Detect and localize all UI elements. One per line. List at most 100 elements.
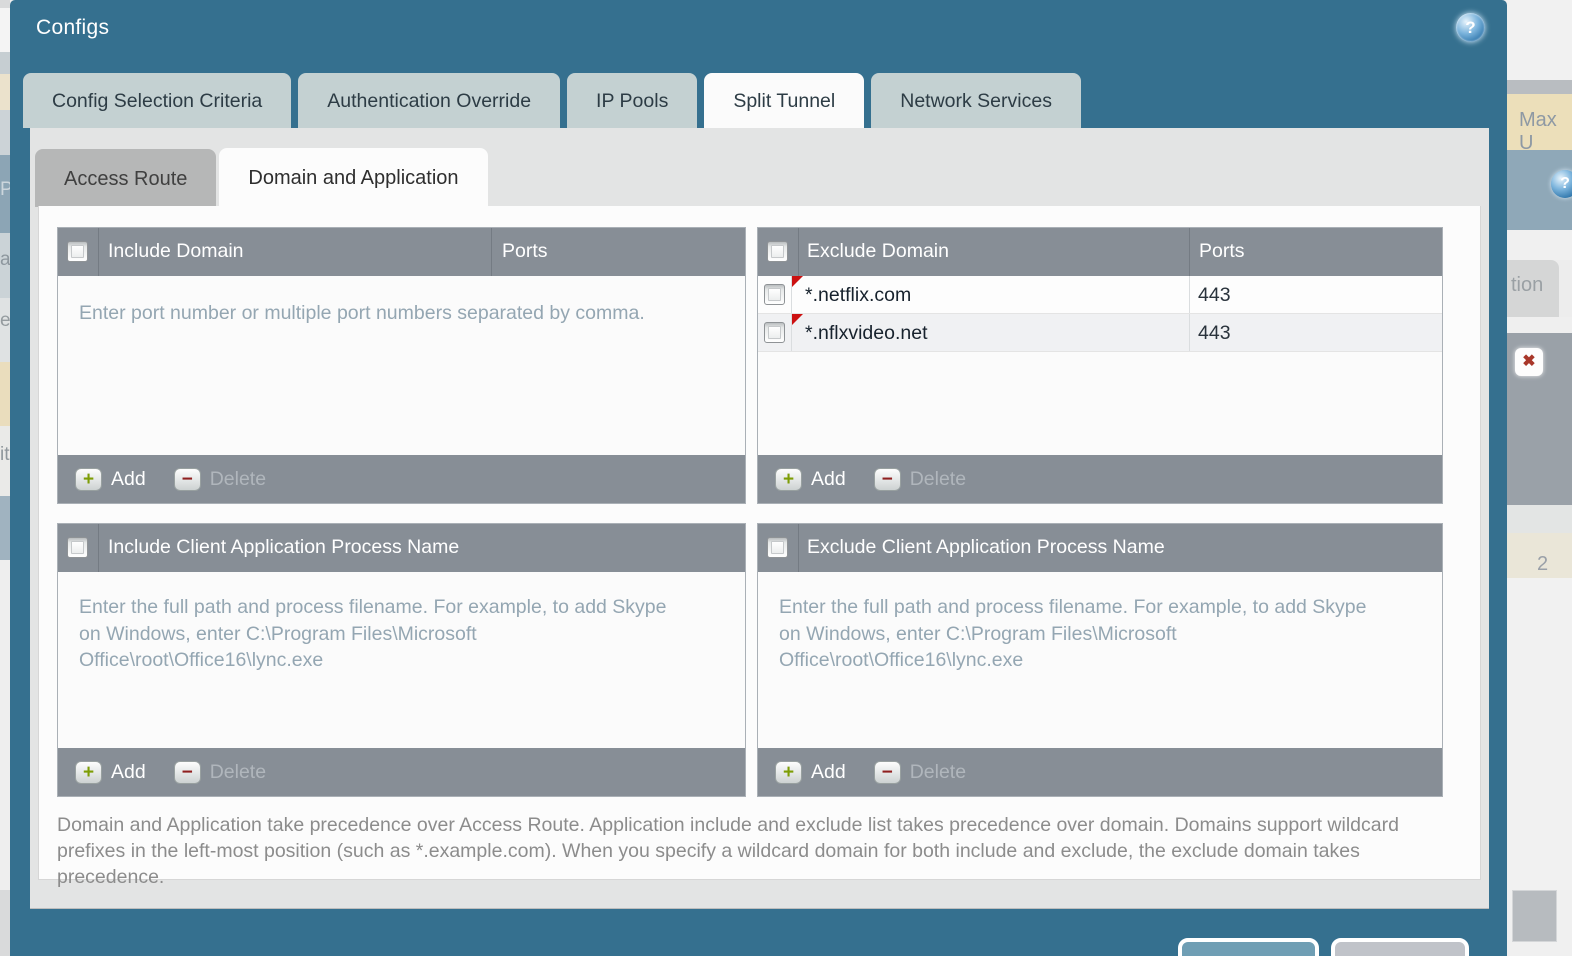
background-text-fragment: P: [0, 179, 10, 200]
include-domain-title: Include Domain: [108, 240, 244, 263]
exclude-app-panel: Exclude Client Application Process Name …: [757, 523, 1443, 797]
background-fragment: it: [0, 426, 10, 496]
minus-icon: −: [174, 468, 201, 491]
modified-marker-icon: [792, 314, 803, 325]
include-domain-select-all-checkbox[interactable]: [67, 241, 88, 262]
background-fragment: ?: [1507, 150, 1572, 230]
exclude-domain-delete-button[interactable]: − Delete: [874, 468, 966, 491]
background-fragment: [0, 74, 10, 110]
background-fragment: [0, 110, 10, 155]
row-checkbox[interactable]: [764, 284, 785, 305]
background-text-fragment: 2: [1537, 553, 1548, 575]
include-domain-footer: + Add − Delete: [58, 455, 745, 503]
background-fragment: P: [0, 155, 10, 233]
plus-icon: +: [75, 468, 102, 491]
tab-network-services[interactable]: Network Services: [871, 73, 1081, 128]
include-domain-header: Include Domain Ports: [58, 228, 745, 276]
tab-config-selection-criteria[interactable]: Config Selection Criteria: [23, 73, 291, 128]
include-app-header: Include Client Application Process Name: [58, 524, 745, 572]
subtab-bar: Access Route Domain and Application: [35, 148, 488, 207]
domain-cell: *.nflxvideo.net: [805, 314, 928, 352]
include-domain-add-button[interactable]: + Add: [75, 468, 146, 491]
plus-icon: +: [775, 468, 802, 491]
exclude-app-body[interactable]: Enter the full path and process filename…: [758, 572, 1442, 748]
tab-ip-pools[interactable]: IP Pools: [567, 73, 697, 128]
add-button-label: Add: [111, 468, 146, 491]
screen: P a er it Max U ? tion ✖ 2 Configs ? Con…: [0, 0, 1572, 956]
background-text-fragment: er: [0, 310, 10, 331]
background-fragment: 2: [1507, 533, 1572, 578]
include-app-footer: + Add − Delete: [58, 748, 745, 796]
help-icon[interactable]: ?: [1456, 13, 1485, 42]
include-app-add-button[interactable]: + Add: [75, 761, 146, 784]
include-app-placeholder: Enter the full path and process filename…: [79, 594, 687, 674]
delete-button-label: Delete: [910, 468, 966, 491]
background-fragment: [1507, 0, 1572, 80]
header-divider: [98, 524, 99, 572]
include-app-select-all-checkbox[interactable]: [67, 537, 88, 558]
add-button-label: Add: [811, 468, 846, 491]
exclude-domain-footer: + Add − Delete: [758, 455, 1442, 503]
exclude-domain-ports-header: Ports: [1199, 240, 1245, 263]
include-domain-delete-button[interactable]: − Delete: [174, 468, 266, 491]
background-fragment: [1507, 578, 1572, 890]
include-app-title: Include Client Application Process Name: [108, 536, 459, 559]
table-row[interactable]: *.nflxvideo.net 443: [758, 314, 1442, 352]
footer-primary-button[interactable]: [1178, 938, 1319, 956]
background-fragment: a: [0, 233, 10, 298]
background-text-fragment: it: [0, 444, 10, 465]
minus-icon: −: [874, 468, 901, 491]
subtab-domain-and-application[interactable]: Domain and Application: [219, 148, 487, 207]
footer-secondary-button[interactable]: [1331, 938, 1469, 956]
include-app-body[interactable]: Enter the full path and process filename…: [58, 572, 745, 748]
exclude-domain-header: Exclude Domain Ports: [758, 228, 1442, 276]
include-domain-panel: Include Domain Ports Enter port number o…: [57, 227, 746, 504]
include-app-delete-button[interactable]: − Delete: [174, 761, 266, 784]
table-row[interactable]: *.netflix.com 443: [758, 276, 1442, 314]
help-icon: ?: [1551, 170, 1572, 198]
background-fragment: [1507, 230, 1572, 260]
exclude-domain-body[interactable]: *.netflix.com 443 *.nflxvideo.net 443: [758, 276, 1442, 455]
cell-divider: [1189, 314, 1190, 351]
background-text-fragment: a: [0, 249, 10, 270]
exclude-app-select-all-checkbox[interactable]: [767, 537, 788, 558]
background-fragment: [0, 560, 10, 890]
exclude-domain-add-button[interactable]: + Add: [775, 468, 846, 491]
background-fragment: [0, 496, 10, 560]
tab-bar: Config Selection Criteria Authentication…: [23, 73, 1081, 128]
include-domain-body[interactable]: Enter port number or multiple port numbe…: [58, 276, 745, 455]
add-button-label: Add: [111, 761, 146, 784]
modified-marker-icon: [792, 276, 803, 287]
precedence-footnote: Domain and Application take precedence o…: [57, 812, 1447, 890]
tab-authentication-override[interactable]: Authentication Override: [298, 73, 560, 128]
plus-icon: +: [775, 761, 802, 784]
background-max-label: Max U: [1507, 94, 1572, 150]
exclude-app-delete-button[interactable]: − Delete: [874, 761, 966, 784]
close-icon[interactable]: ✖: [1515, 348, 1543, 376]
background-text-fragment: Max U: [1519, 109, 1557, 150]
ports-cell: 443: [1198, 276, 1231, 314]
include-domain-placeholder: Enter port number or multiple port numbe…: [79, 300, 729, 327]
add-button-label: Add: [811, 761, 846, 784]
split-tunnel-panel: Access Route Domain and Application Incl…: [30, 128, 1489, 909]
ports-cell: 443: [1198, 314, 1231, 352]
dialog-title: Configs: [36, 16, 109, 40]
background-fragment: [1507, 505, 1572, 533]
delete-button-label: Delete: [210, 761, 266, 784]
subtab-access-route[interactable]: Access Route: [35, 149, 216, 207]
exclude-app-add-button[interactable]: + Add: [775, 761, 846, 784]
background-fragment: ✖: [1507, 333, 1572, 505]
tab-split-tunnel[interactable]: Split Tunnel: [704, 73, 864, 128]
plus-icon: +: [75, 761, 102, 784]
include-app-panel: Include Client Application Process Name …: [57, 523, 746, 797]
delete-button-label: Delete: [210, 468, 266, 491]
header-divider: [798, 228, 799, 276]
exclude-domain-title: Exclude Domain: [807, 240, 949, 263]
background-fragment: [0, 890, 10, 956]
background-fragment: [1507, 317, 1572, 333]
background-fragment: tion: [1507, 260, 1572, 317]
background-fragment: er: [0, 298, 10, 362]
delete-button-label: Delete: [910, 761, 966, 784]
exclude-domain-select-all-checkbox[interactable]: [767, 241, 788, 262]
row-checkbox[interactable]: [764, 322, 785, 343]
